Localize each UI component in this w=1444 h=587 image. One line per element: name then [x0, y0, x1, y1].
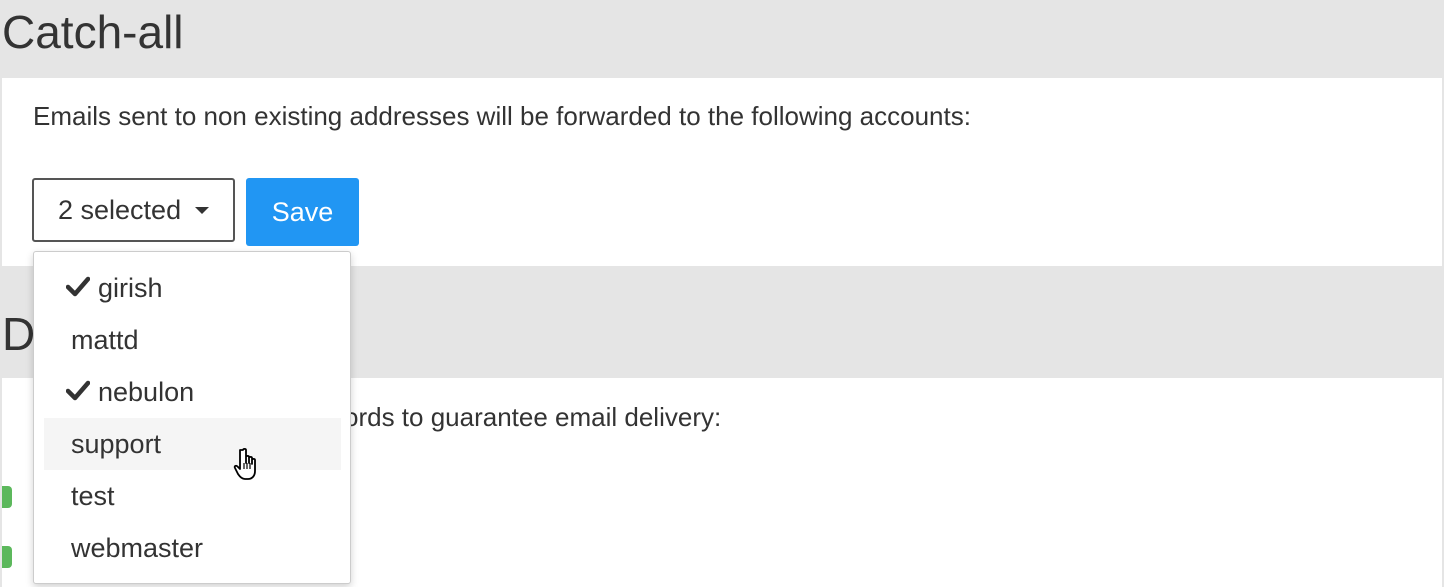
dropdown-option-girish[interactable]: girish: [44, 262, 341, 314]
dropdown-option-webmaster[interactable]: webmaster: [44, 522, 341, 574]
catchall-title: Catch-all: [2, 6, 184, 58]
dropdown-option-label: mattd: [71, 324, 139, 355]
status-ok-icon: [2, 546, 12, 568]
dropdown-option-label: support: [71, 428, 162, 459]
accounts-dropdown-menu: girish mattd nebulon support test webmas…: [33, 251, 351, 584]
catchall-description: Emails sent to non existing addresses wi…: [33, 101, 971, 131]
dropdown-option-label: girish: [98, 272, 163, 303]
select-label: 2 selected: [58, 194, 182, 225]
dropdown-option-test[interactable]: test: [44, 470, 341, 522]
dropdown-option-label: nebulon: [98, 376, 195, 407]
check-icon: [65, 377, 94, 408]
check-icon: [65, 273, 94, 304]
dropdown-option-mattd[interactable]: mattd: [44, 314, 341, 366]
catchall-card: Emails sent to non existing addresses wi…: [2, 78, 1442, 266]
hand-pointer-cursor-icon: [229, 446, 263, 487]
dropdown-option-label: webmaster: [71, 532, 204, 563]
status-ok-icon: [2, 486, 12, 508]
dropdown-option-nebulon[interactable]: nebulon: [44, 366, 341, 418]
dns-description-text: ords to guarantee email delivery:: [344, 402, 722, 432]
caret-down-icon: [195, 206, 210, 214]
dropdown-option-label: test: [71, 480, 115, 511]
save-button[interactable]: Save: [246, 178, 359, 246]
dns-title: D: [2, 308, 36, 360]
dropdown-option-support[interactable]: support: [44, 418, 341, 470]
catchall-accounts-select[interactable]: 2 selected: [32, 178, 235, 242]
